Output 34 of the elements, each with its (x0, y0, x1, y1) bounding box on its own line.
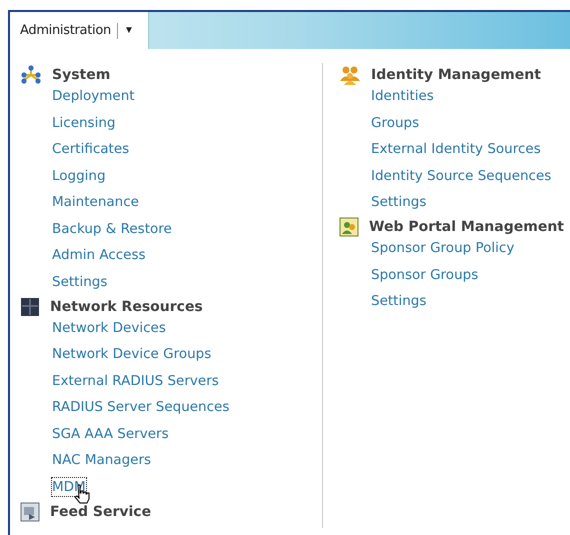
menu-link[interactable]: Logging (52, 166, 106, 184)
menu-link[interactable]: NAC Managers (52, 451, 152, 469)
menu-link[interactable]: External RADIUS Servers (52, 372, 219, 390)
server-rack-icon (20, 296, 40, 316)
section-heading: Network Resources (50, 298, 203, 314)
people-icon (339, 65, 361, 85)
menu-link[interactable]: Settings (52, 272, 108, 290)
menu-link[interactable]: Certificates (52, 140, 130, 158)
menu-link[interactable]: Network Device Groups (52, 345, 212, 363)
feed-icon (20, 502, 40, 522)
section-heading: Identity Management (371, 67, 541, 83)
menu-link[interactable]: Backup & Restore (52, 220, 172, 238)
network-nodes-icon (20, 64, 42, 86)
menu-link[interactable]: Network Devices (52, 318, 166, 336)
menu-link[interactable]: Sponsor Groups (371, 266, 478, 284)
dropdown-button[interactable]: ▼ (124, 25, 134, 36)
admin-tab[interactable]: Administration ▼ (10, 12, 149, 49)
section-heading: Feed Service (50, 504, 152, 520)
menu-link[interactable]: Settings (371, 193, 426, 211)
portal-icon (339, 217, 359, 237)
menu-link[interactable]: Groups (371, 114, 420, 132)
menu-link[interactable]: Sponsor Group Policy (371, 239, 514, 257)
menu-link[interactable]: Licensing (52, 114, 116, 132)
menu-link[interactable]: RADIUS Server Sequences (52, 398, 230, 416)
menu-link[interactable]: Identities (371, 87, 434, 105)
menu-link[interactable]: Maintenance (52, 193, 139, 211)
menu-link[interactable]: Deployment (52, 87, 135, 105)
menu-link[interactable]: Admin Access (52, 246, 146, 264)
menu-link[interactable]: SGA AAA Servers (52, 424, 169, 442)
menu-link[interactable]: Identity Source Sequences (371, 166, 552, 184)
section-heading: Web Portal Management (369, 219, 564, 235)
menu-link[interactable]: Settings (371, 292, 426, 310)
menu-link[interactable]: External Identity Sources (371, 140, 541, 158)
section-heading: System (52, 67, 110, 83)
